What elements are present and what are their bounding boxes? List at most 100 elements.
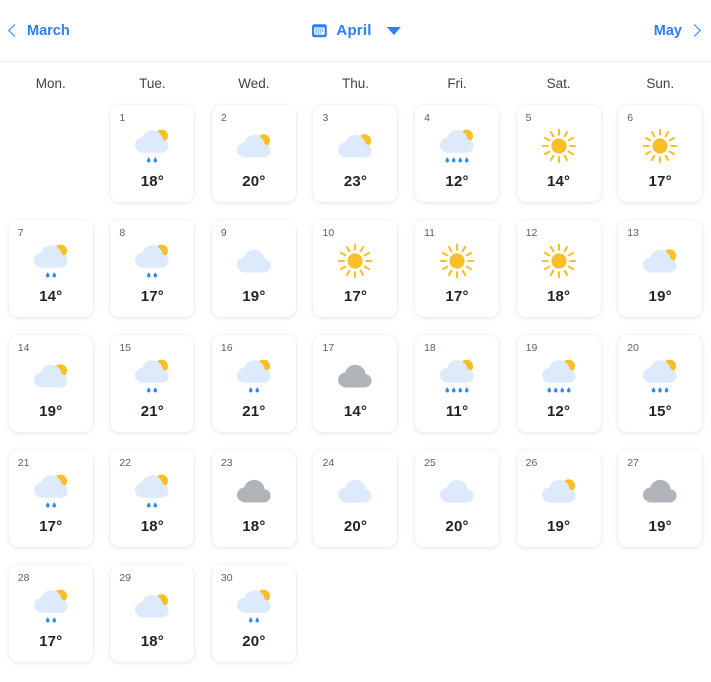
day-number: 8 — [119, 227, 125, 239]
cloud-icon — [333, 471, 377, 511]
weekday-label-6: Sun. — [609, 76, 711, 91]
day-card-13[interactable]: 13 19° — [618, 220, 702, 317]
day-card-15[interactable]: 15 21° — [110, 335, 194, 432]
calendar-cell: 2 20° — [203, 105, 304, 206]
sun-icon — [537, 126, 581, 166]
day-number: 5 — [526, 112, 532, 124]
day-card-2[interactable]: 2 20° — [212, 105, 296, 202]
temperature-label: 20° — [415, 518, 499, 535]
sun-cloud-rain-icon — [29, 586, 73, 626]
temperature-label: 17° — [9, 518, 93, 535]
calendar-grid: 1 18°2 20°3 23°4 12°5 14°6 17°7 14° — [0, 97, 711, 666]
calendar-cell: 14 19° — [0, 335, 101, 436]
day-number: 10 — [322, 227, 334, 239]
day-card-27[interactable]: 2719° — [618, 450, 702, 547]
temperature-label: 18° — [110, 518, 194, 535]
day-card-1[interactable]: 1 18° — [110, 105, 194, 202]
sun-icon — [435, 241, 479, 281]
day-card-20[interactable]: 20 15° — [618, 335, 702, 432]
day-card-3[interactable]: 3 23° — [313, 105, 397, 202]
sun-cloud-rain-icon — [232, 586, 276, 626]
calendar-cell: 7 14° — [0, 220, 101, 321]
temperature-label: 19° — [618, 518, 702, 535]
day-number: 30 — [221, 572, 233, 584]
temperature-label: 15° — [618, 403, 702, 420]
day-number: 23 — [221, 457, 233, 469]
day-card-26[interactable]: 26 19° — [517, 450, 601, 547]
weekday-label-0: Mon. — [0, 76, 102, 91]
day-card-9[interactable]: 919° — [212, 220, 296, 317]
prev-month-button[interactable]: March — [10, 23, 70, 39]
temperature-label: 20° — [212, 173, 296, 190]
sun-icon — [333, 241, 377, 281]
sun-cloud-icon — [130, 586, 174, 626]
day-number: 1 — [119, 112, 125, 124]
day-number: 21 — [18, 457, 30, 469]
day-card-23[interactable]: 2318° — [212, 450, 296, 547]
day-card-8[interactable]: 8 17° — [110, 220, 194, 317]
caret-down-icon[interactable] — [387, 27, 401, 35]
sun-cloud-rain-icon — [29, 241, 73, 281]
day-number: 3 — [322, 112, 328, 124]
calendar-cell: 11 17° — [407, 220, 508, 321]
calendar-cell: 24 20° — [305, 450, 406, 551]
day-card-10[interactable]: 10 17° — [313, 220, 397, 317]
temperature-label: 20° — [313, 518, 397, 535]
day-card-14[interactable]: 14 19° — [9, 335, 93, 432]
weekday-label-5: Sat. — [508, 76, 610, 91]
day-number: 22 — [119, 457, 131, 469]
day-number: 28 — [18, 572, 30, 584]
day-number: 16 — [221, 342, 233, 354]
day-number: 11 — [424, 227, 435, 239]
day-number: 13 — [627, 227, 639, 239]
temperature-label: 14° — [313, 403, 397, 420]
temperature-label: 17° — [110, 288, 194, 305]
day-card-21[interactable]: 21 17° — [9, 450, 93, 547]
day-number: 25 — [424, 457, 436, 469]
day-card-30[interactable]: 30 20° — [212, 565, 296, 662]
day-card-6[interactable]: 6 17° — [618, 105, 702, 202]
day-number: 7 — [18, 227, 24, 239]
prev-month-label: March — [27, 23, 70, 39]
sun-cloud-icon — [29, 356, 73, 396]
day-card-25[interactable]: 25 20° — [415, 450, 499, 547]
next-month-button[interactable]: May — [654, 23, 699, 39]
day-card-7[interactable]: 7 14° — [9, 220, 93, 317]
day-card-22[interactable]: 22 18° — [110, 450, 194, 547]
calendar-cell: 15 21° — [102, 335, 203, 436]
day-card-19[interactable]: 19 12° — [517, 335, 601, 432]
day-card-18[interactable]: 18 11° — [415, 335, 499, 432]
temperature-label: 17° — [313, 288, 397, 305]
month-picker[interactable]: April — [310, 22, 400, 39]
temperature-label: 14° — [9, 288, 93, 305]
calendar-cell: 30 20° — [203, 565, 304, 666]
day-card-28[interactable]: 28 17° — [9, 565, 93, 662]
day-number: 26 — [526, 457, 538, 469]
sun-cloud-icon — [333, 126, 377, 166]
day-card-5[interactable]: 5 14° — [517, 105, 601, 202]
temperature-label: 12° — [517, 403, 601, 420]
day-card-11[interactable]: 11 17° — [415, 220, 499, 317]
cloud-icon — [435, 471, 479, 511]
calendar-cell-empty — [0, 105, 101, 206]
day-card-17[interactable]: 1714° — [313, 335, 397, 432]
calendar-cell: 1 18° — [102, 105, 203, 206]
temperature-label: 18° — [110, 633, 194, 650]
calendar-cell: 5 14° — [508, 105, 609, 206]
day-card-4[interactable]: 4 12° — [415, 105, 499, 202]
day-number: 24 — [322, 457, 334, 469]
calendar-cell: 6 17° — [610, 105, 711, 206]
temperature-label: 23° — [313, 173, 397, 190]
temperature-label: 19° — [618, 288, 702, 305]
calendar-cell: 26 19° — [508, 450, 609, 551]
day-card-29[interactable]: 29 18° — [110, 565, 194, 662]
day-card-16[interactable]: 16 21° — [212, 335, 296, 432]
temperature-label: 14° — [517, 173, 601, 190]
sun-cloud-rain-icon — [29, 471, 73, 511]
calendar-cell: 2318° — [203, 450, 304, 551]
calendar-cell: 12 18° — [508, 220, 609, 321]
weekday-label-2: Wed. — [203, 76, 305, 91]
day-card-12[interactable]: 12 18° — [517, 220, 601, 317]
day-number: 20 — [627, 342, 639, 354]
day-card-24[interactable]: 24 20° — [313, 450, 397, 547]
